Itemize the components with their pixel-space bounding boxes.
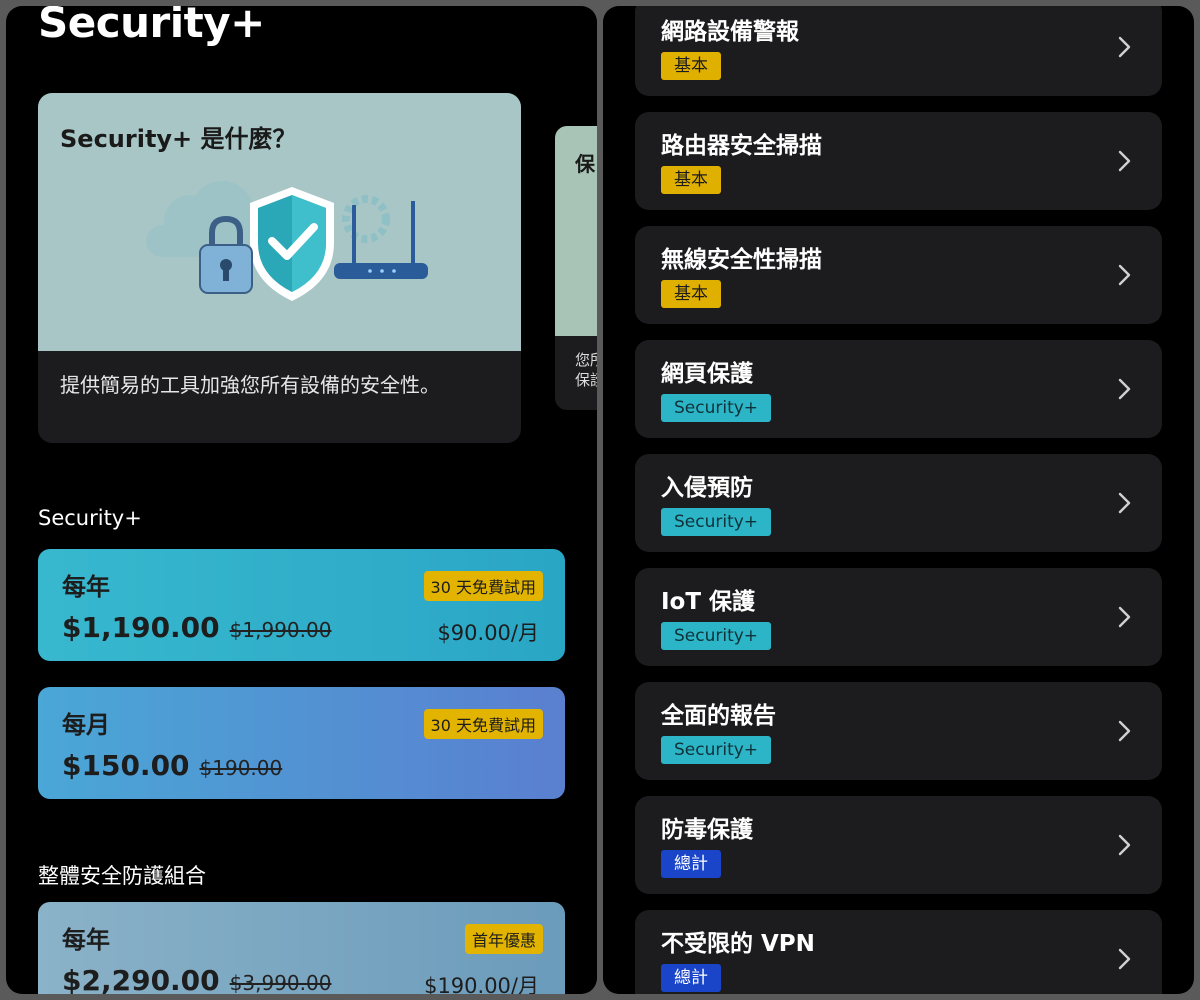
tier-tag: Security+ — [661, 622, 772, 650]
chevron-right-icon — [1118, 150, 1131, 172]
hero-description: 提供簡易的工具加強您所有設備的安全性。 — [60, 373, 440, 397]
feature-name: 無線安全性掃描 — [661, 247, 822, 273]
plan-original-price: $190.00 — [199, 756, 283, 780]
feature-item-intrusion-prevention[interactable]: 入侵預防 Security+ — [635, 454, 1162, 552]
feature-name: 全面的報告 — [661, 703, 776, 729]
plan-price: $150.00 $190.00 — [62, 749, 282, 782]
tier-tag: Security+ — [661, 736, 772, 764]
plan-price: $1,190.00 $1,990.00 — [62, 611, 331, 644]
next-card-title: 保 — [575, 152, 595, 176]
feature-item-iot-protection[interactable]: IoT 保護 Security+ — [635, 568, 1162, 666]
plan-period: 每年 — [62, 926, 110, 954]
feature-name: 入侵預防 — [661, 475, 753, 501]
tier-tag: 基本 — [661, 280, 721, 308]
chevron-right-icon — [1118, 948, 1131, 970]
feature-name: 路由器安全掃描 — [661, 133, 822, 159]
plan-monthly-equivalent: $90.00/月 — [437, 621, 539, 645]
section-title-security-plus: Security+ — [38, 506, 142, 530]
plan-monthly-equivalent: $190.00/月 — [424, 974, 539, 994]
next-card-banner: 保 — [555, 126, 597, 336]
plan-period: 每年 — [62, 573, 110, 601]
feature-item-network-device-alerts[interactable]: 網路設備警報 基本 — [635, 6, 1162, 96]
feature-item-web-protection[interactable]: 網頁保護 Security+ — [635, 340, 1162, 438]
plan-current-price: $1,190.00 — [62, 611, 220, 644]
feature-name: 網路設備警報 — [661, 19, 799, 45]
security-illustration — [146, 181, 428, 301]
hero-card-what-is-security-plus[interactable]: Security+ 是什麼？ 提供簡易的工具加強您所有設備的安全性。 — [38, 93, 521, 443]
trial-badge: 30 天免費試用 — [423, 571, 543, 601]
feature-name: IoT 保護 — [661, 589, 756, 615]
tier-tag: Security+ — [661, 508, 772, 536]
plan-current-price: $150.00 — [62, 749, 190, 782]
feature-name: 網頁保護 — [661, 361, 753, 387]
features-panel: 網路設備警報 基本 路由器安全掃描 基本 無線安全性掃描 基本 網頁保護 Sec… — [603, 6, 1194, 994]
tier-tag: Security+ — [661, 394, 772, 422]
chevron-right-icon — [1118, 834, 1131, 856]
plan-original-price: $1,990.00 — [229, 618, 332, 642]
tier-tag: 總計 — [661, 964, 721, 992]
shield-check-icon — [250, 187, 334, 301]
feature-item-unlimited-vpn[interactable]: 不受限的 VPN 總計 — [635, 910, 1162, 994]
section-title-bundle: 整體安全防護組合 — [38, 864, 206, 888]
chevron-right-icon — [1118, 492, 1131, 514]
chevron-right-icon — [1118, 606, 1131, 628]
plan-current-price: $2,290.00 — [62, 964, 220, 994]
feature-item-router-security-scan[interactable]: 路由器安全掃描 基本 — [635, 112, 1162, 210]
page-title: Security+ — [38, 6, 265, 47]
chevron-right-icon — [1118, 378, 1131, 400]
next-card-description: 您所 保護 — [575, 350, 597, 390]
feature-item-antivirus-protection[interactable]: 防毒保護 總計 — [635, 796, 1162, 894]
tier-tag: 基本 — [661, 52, 721, 80]
plans-panel: Security+ Security+ 是什麼？ 提供簡易的工具加強您所有設備的… — [6, 6, 597, 994]
feature-name: 不受限的 VPN — [661, 931, 815, 957]
plan-original-price: $3,990.00 — [229, 971, 332, 994]
trial-badge: 30 天免費試用 — [423, 709, 543, 739]
tier-tag: 總計 — [661, 850, 721, 878]
plan-option-yearly[interactable]: 每年 30 天免費試用 $1,190.00 $1,990.00 $90.00/月 — [38, 549, 565, 661]
next-card-description-line: 保護 — [575, 371, 597, 389]
feature-item-wireless-security-scan[interactable]: 無線安全性掃描 基本 — [635, 226, 1162, 324]
plan-option-monthly[interactable]: 每月 30 天免費試用 $150.00 $190.00 — [38, 687, 565, 799]
router-icon — [334, 201, 428, 279]
chevron-right-icon — [1118, 720, 1131, 742]
first-year-offer-badge: 首年優惠 — [464, 924, 543, 954]
chevron-right-icon — [1118, 264, 1131, 286]
bundle-plan-option-yearly[interactable]: 每年 首年優惠 $2,290.00 $3,990.00 $190.00/月 — [38, 902, 565, 994]
next-card-description-line: 您所 — [575, 351, 597, 369]
tier-tag: 基本 — [661, 166, 721, 194]
hero-title: Security+ 是什麼？ — [60, 125, 297, 153]
feature-item-comprehensive-reports[interactable]: 全面的報告 Security+ — [635, 682, 1162, 780]
plan-period: 每月 — [62, 711, 110, 739]
next-carousel-card[interactable]: 保 您所 保護 — [555, 126, 597, 410]
chevron-right-icon — [1118, 36, 1131, 58]
feature-name: 防毒保護 — [661, 817, 753, 843]
hero-banner: Security+ 是什麼？ — [38, 93, 521, 351]
plan-price: $2,290.00 $3,990.00 — [62, 964, 331, 994]
